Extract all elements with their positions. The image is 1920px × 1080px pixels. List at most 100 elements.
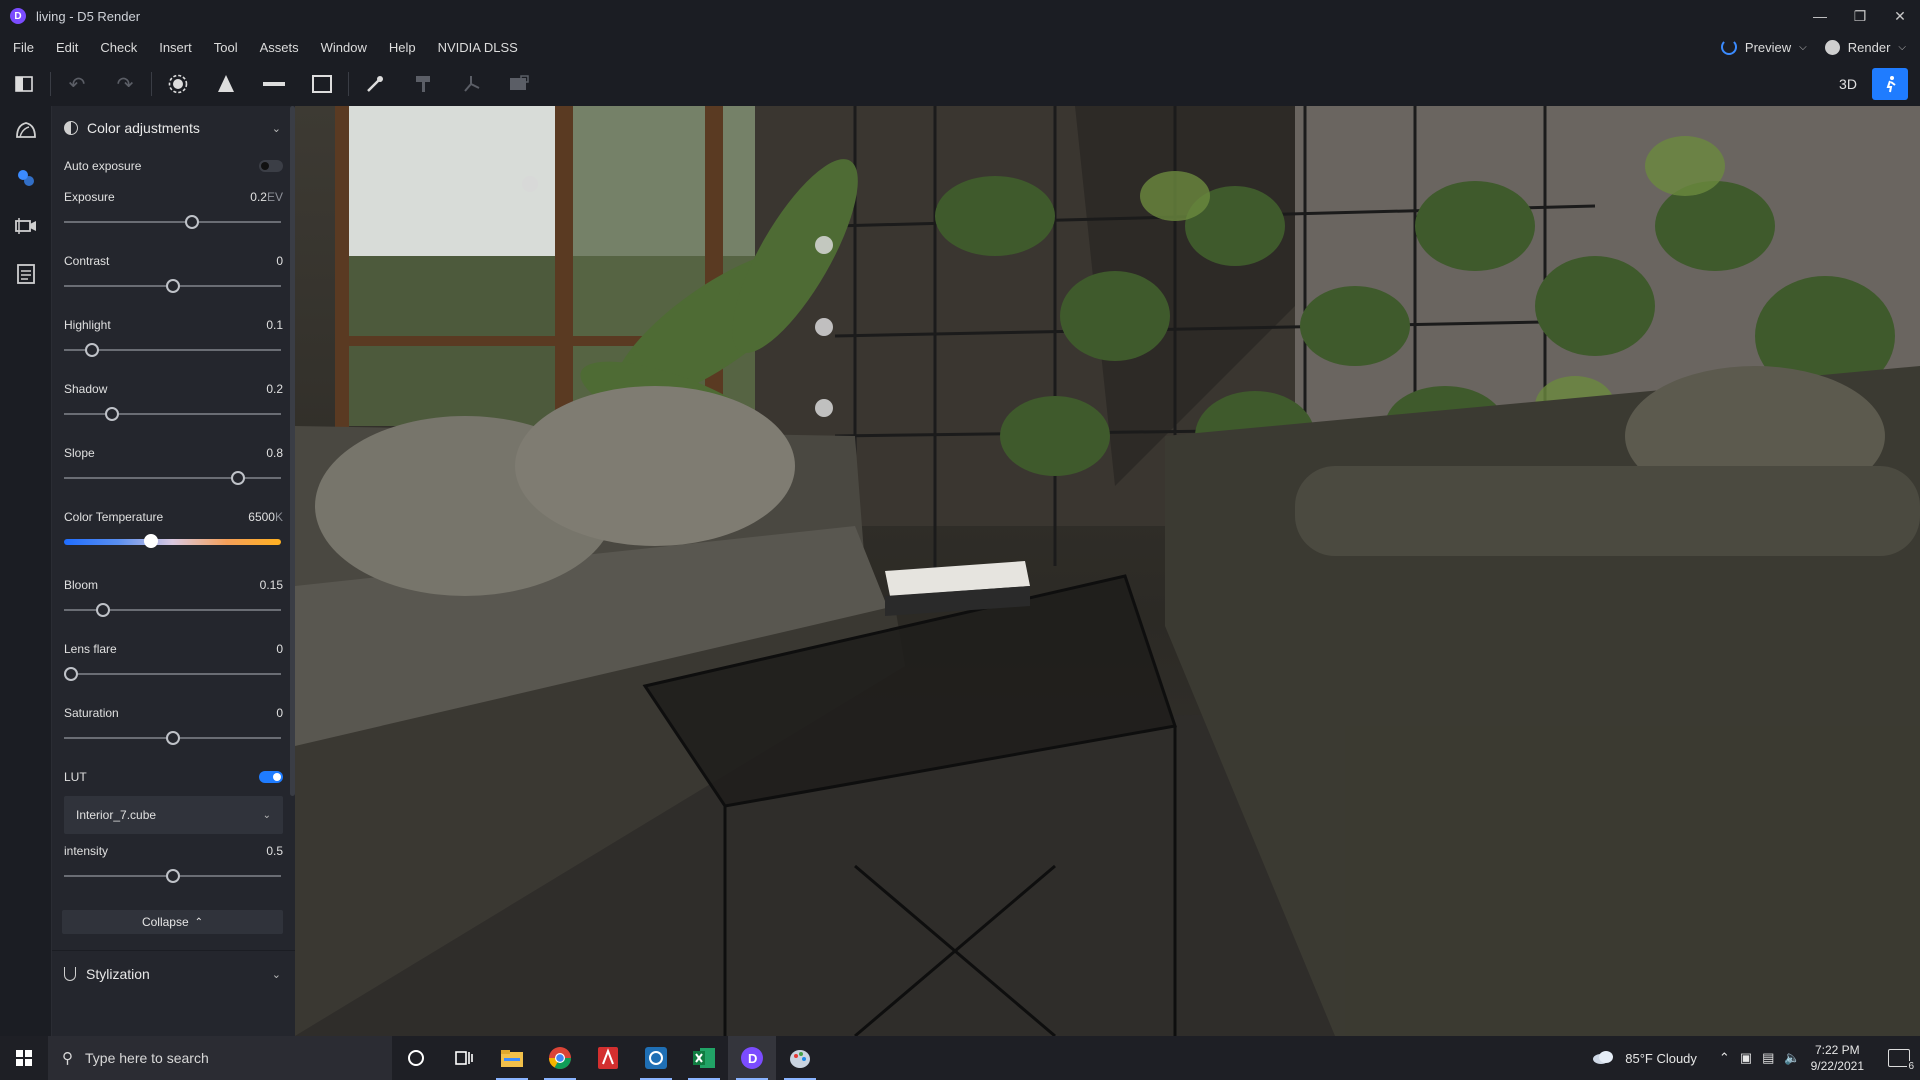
rect-light-icon[interactable] [298,62,346,106]
slider-value[interactable]: 0 [276,642,283,656]
list-icon[interactable] [0,250,52,298]
slider-value[interactable]: 0.1 [266,318,283,332]
taskbar-search[interactable]: ⚲ Type here to search [48,1036,392,1080]
chevron-down-icon: ⌄ [262,809,271,821]
slider-thumb[interactable] [165,731,180,745]
stylization-header[interactable]: Stylization ⌄ [52,951,295,997]
slider-thumb[interactable] [165,869,180,883]
area-select-icon[interactable] [495,62,543,106]
preview-button[interactable]: Preview ⌵ [1720,39,1807,55]
weather-text[interactable]: 85°F Cloudy [1625,1051,1697,1066]
slider-thumb[interactable] [165,279,180,293]
render-button[interactable]: Render ⌵ [1824,39,1906,55]
slider-value[interactable]: 0.15 [260,578,283,592]
clock-date: 9/22/2021 [1810,1059,1864,1073]
paint-icon[interactable] [776,1036,824,1080]
slider-value[interactable]: 0.2 [266,382,283,396]
chevron-up-icon[interactable]: ⌃ [1719,1050,1730,1066]
cone-light-icon[interactable] [202,62,250,106]
menu-bar: File Edit Check Insert Tool Assets Windo… [0,32,1920,62]
slider-track[interactable] [64,603,281,617]
slider-track[interactable] [64,731,281,745]
slider-thumb[interactable] [63,667,78,681]
menu-file[interactable]: File [0,40,44,55]
volume-icon[interactable]: 🔈 [1784,1050,1800,1066]
slider-track[interactable] [64,215,281,229]
sun-icon[interactable] [154,62,202,106]
cortana-icon[interactable] [392,1036,440,1080]
chevron-down-icon: ⌄ [271,968,281,981]
transform-icon[interactable] [447,62,495,106]
view-3d-button[interactable]: 3D [1830,68,1866,100]
lens-flare-slider: Lens flare 0 [52,634,295,698]
sketchup-icon[interactable] [632,1036,680,1080]
restore-button[interactable]: ❐ [1840,0,1880,32]
slider-label: intensity [64,844,109,858]
clock[interactable]: 7:22 PM 9/22/2021 [1811,1042,1864,1074]
slider-value[interactable]: 0 [276,254,283,268]
slider-thumb[interactable] [143,534,158,548]
stylization-label: Stylization [86,966,150,982]
close-button[interactable]: ✕ [1880,0,1920,32]
slider-track[interactable] [63,667,281,681]
slider-track[interactable] [64,534,281,548]
minimize-button[interactable]: — [1800,0,1840,32]
slider-track[interactable] [64,471,281,485]
slider-track[interactable] [64,407,281,421]
auto-exposure-toggle[interactable] [259,160,283,172]
strip-light-icon[interactable] [250,62,298,106]
menu-insert[interactable]: Insert [147,40,202,55]
slider-track[interactable] [64,869,281,883]
menu-nvidia-dlss[interactable]: NVIDIA DLSS [426,40,528,55]
auto-exposure-label: Auto exposure [64,159,142,173]
weather-cloud-icon[interactable] [1591,1049,1615,1068]
meet-now-icon[interactable]: ▣ [1740,1050,1752,1066]
lut-toggle[interactable] [259,771,283,783]
collapse-button[interactable]: Collapse ⌃ [62,910,283,934]
slider-label: Saturation [64,706,119,720]
task-view-icon[interactable] [440,1036,488,1080]
slider-track[interactable] [64,279,281,293]
menu-tool[interactable]: Tool [202,40,248,55]
slider-label: Slope [64,446,95,460]
redo-icon[interactable]: ↷ [101,62,149,106]
render-viewport[interactable] [295,106,1920,1036]
color-adjustments-header[interactable]: Color adjustments ⌄ [52,106,295,150]
eyedropper-icon[interactable] [351,62,399,106]
menu-check[interactable]: Check [88,40,147,55]
slider-value[interactable]: 0.2EV [250,190,283,204]
slider-thumb[interactable] [104,407,119,421]
menu-window[interactable]: Window [309,40,377,55]
camera-icon[interactable] [0,202,52,250]
slider-value[interactable]: 0 [276,706,283,720]
panel-toggle-icon[interactable] [0,62,48,106]
start-button[interactable] [0,1036,48,1080]
excel-icon[interactable] [680,1036,728,1080]
network-icon[interactable]: ▤ [1762,1050,1774,1066]
paint-brush-icon[interactable] [399,62,447,106]
slider-value[interactable]: 0.5 [266,844,283,858]
notification-center-icon[interactable]: 6 [1888,1049,1915,1072]
slider-value[interactable]: 6500K [248,510,283,524]
menu-assets[interactable]: Assets [248,40,309,55]
d5-render-icon[interactable]: D [728,1036,776,1080]
slider-value[interactable]: 0.8 [266,446,283,460]
slider-thumb[interactable] [185,215,200,229]
menu-help[interactable]: Help [377,40,426,55]
slider-thumb[interactable] [96,603,111,617]
undo-icon[interactable]: ↶ [53,62,101,106]
menu-edit[interactable]: Edit [44,40,88,55]
slider-track[interactable] [64,343,281,357]
walk-mode-button[interactable] [1872,68,1908,100]
intensity-slider: intensity 0.5 [52,836,295,900]
chrome-icon[interactable] [536,1036,584,1080]
slider-thumb[interactable] [85,343,100,357]
color-adjust-icon[interactable] [0,154,52,202]
file-explorer-icon[interactable] [488,1036,536,1080]
lut-file-select[interactable]: Interior_7.cube ⌄ [64,796,283,834]
acrobat-icon[interactable] [584,1036,632,1080]
search-placeholder: Type here to search [85,1050,209,1066]
environment-icon[interactable] [0,106,52,154]
window-title: living - D5 Render [36,8,141,24]
slider-thumb[interactable] [230,471,245,485]
